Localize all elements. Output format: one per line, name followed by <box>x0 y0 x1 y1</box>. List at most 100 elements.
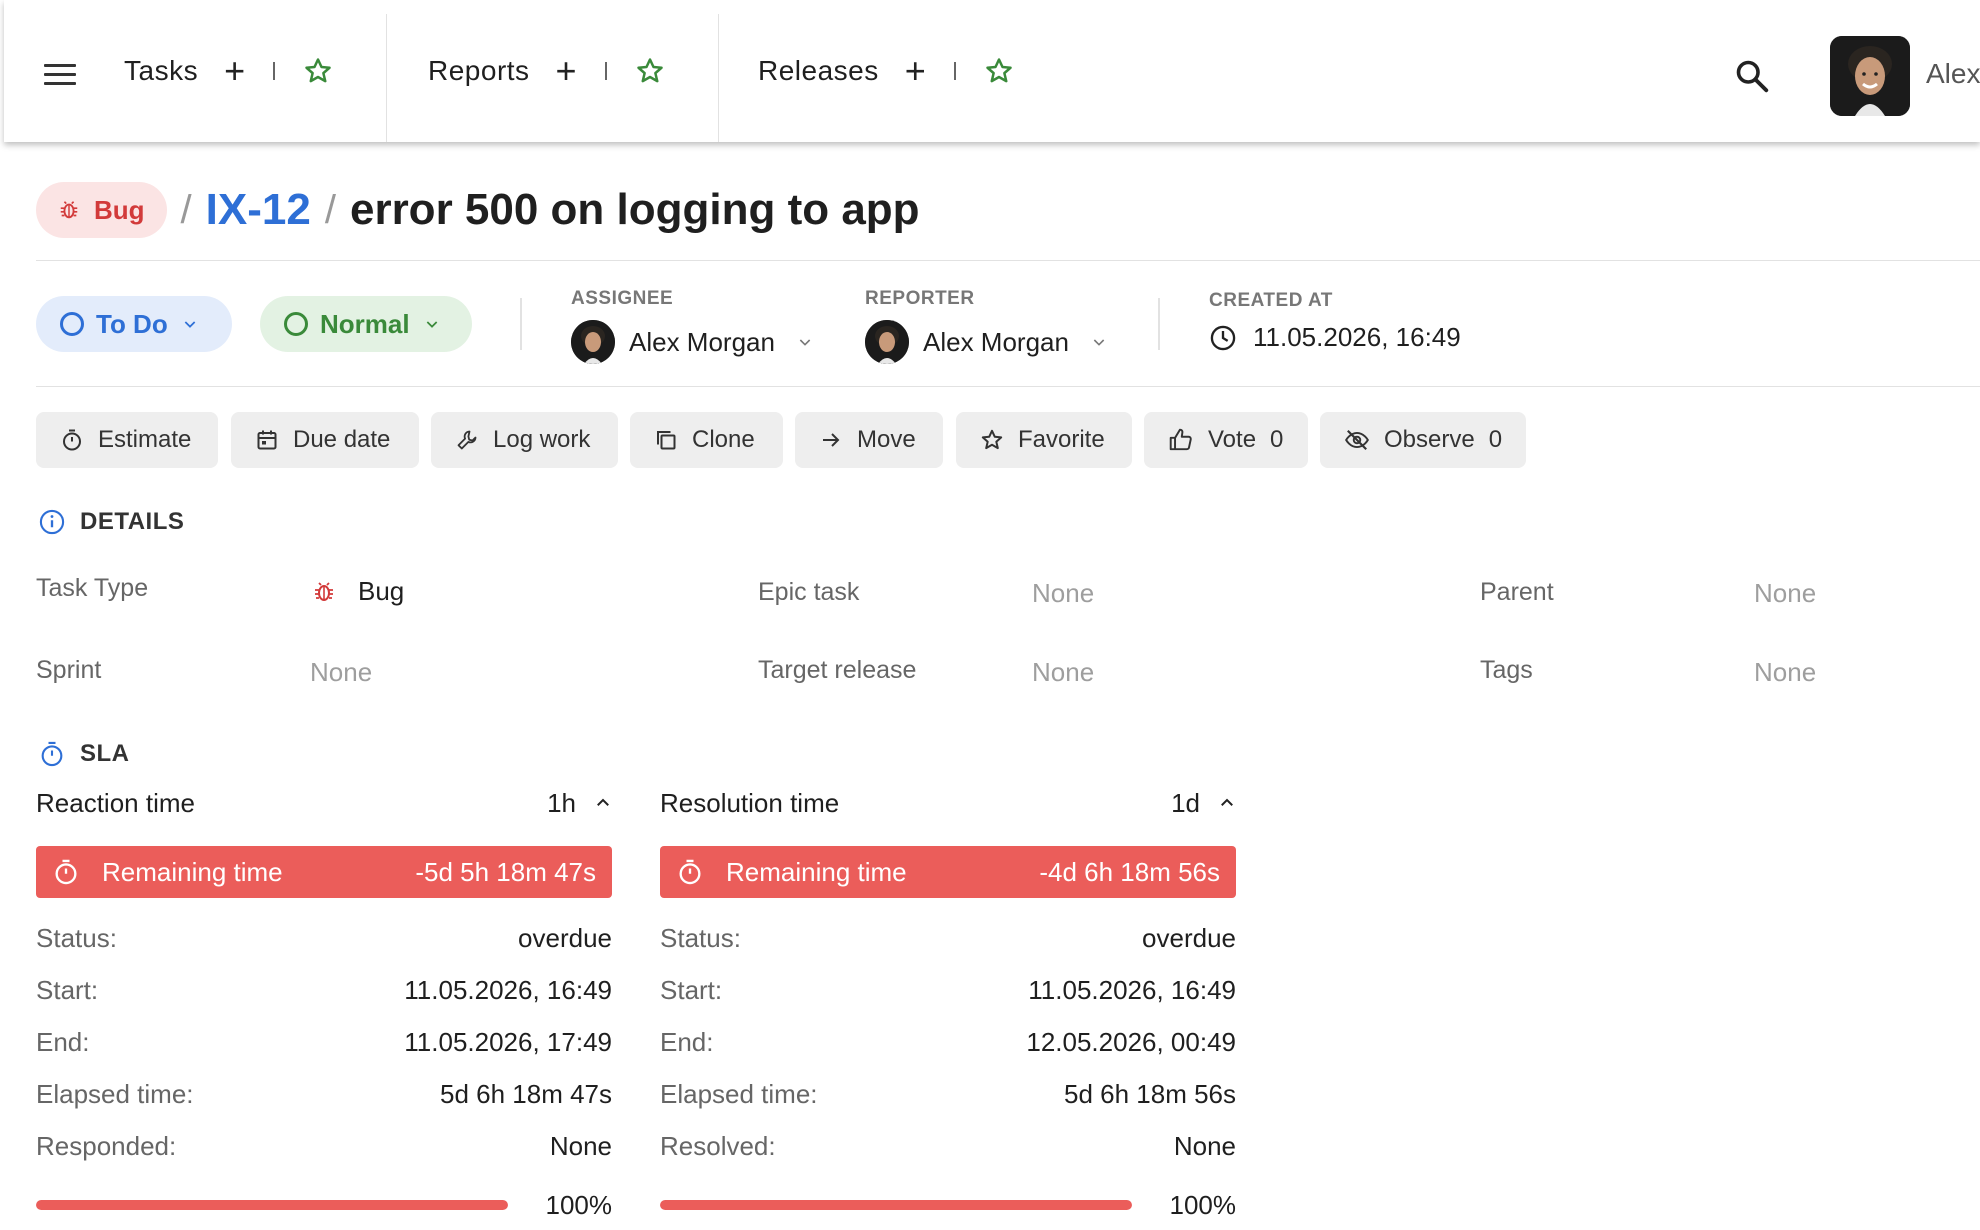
bug-icon <box>60 201 78 219</box>
divider <box>36 260 1980 261</box>
issue-type-badge[interactable]: Bug <box>36 182 167 238</box>
eye-off-icon <box>1345 430 1369 450</box>
nav-divider <box>953 62 956 80</box>
favorite-tasks-star-icon[interactable] <box>303 56 333 86</box>
epic-task-value[interactable]: None <box>1032 578 1094 609</box>
observe-button[interactable]: Observe 0 <box>1320 412 1526 468</box>
favorite-releases-star-icon[interactable] <box>984 56 1014 86</box>
status-label: Status: <box>660 922 741 953</box>
stopwatch-icon <box>679 859 701 885</box>
vote-label: Vote <box>1208 426 1257 453</box>
priority-dropdown[interactable]: Normal <box>260 296 472 352</box>
add-release-plus-icon[interactable]: + <box>905 53 926 89</box>
chevron-down-icon <box>799 339 811 346</box>
details-heading: DETAILS <box>80 508 185 535</box>
meta-separator <box>1158 298 1160 350</box>
sla-section-heading: SLA <box>38 740 130 768</box>
reporter-label: REPORTER <box>865 288 975 309</box>
issue-key-link[interactable]: IX-12 <box>206 185 311 235</box>
search-icon[interactable] <box>1734 58 1770 99</box>
estimate-button[interactable]: Estimate <box>36 412 218 468</box>
observe-label: Observe <box>1384 426 1475 453</box>
resolution-time-toggle[interactable]: Resolution time 1d <box>660 780 1236 826</box>
progress-percent: 100% <box>1169 1189 1237 1220</box>
breadcrumb-separator: / <box>324 187 336 232</box>
stopwatch-icon <box>41 741 63 767</box>
elapsed-value: 5d 6h 18m 47s <box>439 1078 612 1109</box>
assignee-dropdown[interactable]: Alex Morgan <box>571 320 813 364</box>
due-date-button[interactable]: Due date <box>231 412 419 468</box>
resolution-resolved-row: Resolved: None <box>660 1120 1236 1172</box>
sla-reaction-panel: Reaction time 1h Remaining time -5d 5h 1… <box>36 780 612 1230</box>
top-navigation-bar: Tasks + Reports + Releases + Alex <box>4 0 1980 142</box>
issue-title-row: Bug / IX-12 / error 500 on logging to ap… <box>36 178 920 242</box>
reaction-start-row: Start: 11.05.2026, 16:49 <box>36 964 612 1016</box>
nav-separator <box>386 14 387 142</box>
favorite-button[interactable]: Favorite <box>956 412 1132 468</box>
reaction-remaining-value: -5d 5h 18m 47s <box>415 856 596 887</box>
observe-count: 0 <box>1488 426 1503 453</box>
move-button[interactable]: Move <box>795 412 943 468</box>
status-value: overdue <box>518 922 612 953</box>
vote-button[interactable]: Vote 0 <box>1144 412 1308 468</box>
elapsed-label: Elapsed time: <box>660 1078 818 1109</box>
resolution-progress: 100% <box>660 1180 1236 1230</box>
clone-button[interactable]: Clone <box>630 412 783 468</box>
reporter-field: REPORTER Alex Morgan <box>865 288 1107 364</box>
resolution-time-title: Resolution time <box>660 787 840 818</box>
reporter-dropdown[interactable]: Alex Morgan <box>865 320 1107 364</box>
user-avatar[interactable] <box>1830 36 1910 116</box>
status-dropdown[interactable]: To Do <box>36 296 232 352</box>
hamburger-menu-icon[interactable] <box>44 64 76 90</box>
responded-label: Responded: <box>36 1130 177 1161</box>
task-type-text: Bug <box>358 576 405 606</box>
divider <box>36 386 1980 387</box>
start-value: 11.05.2026, 16:49 <box>404 974 612 1005</box>
star-icon <box>981 429 1003 450</box>
vote-count: 0 <box>1270 426 1284 453</box>
nav-reports-label[interactable]: Reports <box>428 55 530 87</box>
resolved-label: Resolved: <box>660 1130 776 1161</box>
end-value: 12.05.2026, 00:49 <box>1026 1026 1236 1057</box>
status-label: To Do <box>96 308 168 339</box>
parent-value[interactable]: None <box>1754 578 1816 609</box>
parent-label: Parent <box>1480 578 1554 606</box>
created-at-value: 11.05.2026, 16:49 <box>1253 322 1461 352</box>
reaction-time-toggle[interactable]: Reaction time 1h <box>36 780 612 826</box>
progress-track <box>660 1200 1132 1210</box>
reporter-name: Alex Morgan <box>923 326 1069 357</box>
thumbs-up-icon <box>1169 428 1192 451</box>
nav-tasks-label[interactable]: Tasks <box>124 55 198 87</box>
status-label: Status: <box>36 922 117 953</box>
log-work-label: Log work <box>493 426 591 453</box>
favorite-label: Favorite <box>1018 426 1105 453</box>
resolution-end-row: End: 12.05.2026, 00:49 <box>660 1016 1236 1068</box>
nav-divider <box>273 62 276 80</box>
add-task-plus-icon[interactable]: + <box>224 53 245 89</box>
target-release-label: Target release <box>758 656 917 684</box>
issue-title[interactable]: error 500 on logging to app <box>350 185 920 235</box>
estimate-label: Estimate <box>98 426 192 453</box>
user-name[interactable]: Alex <box>1926 58 1980 90</box>
add-report-plus-icon[interactable]: + <box>556 53 577 89</box>
target-release-value[interactable]: None <box>1032 657 1094 688</box>
details-section-heading: DETAILS <box>38 508 184 536</box>
reaction-time-target: 1h <box>547 787 576 818</box>
start-label: Start: <box>660 974 723 1005</box>
reaction-elapsed-row: Elapsed time: 5d 6h 18m 47s <box>36 1068 612 1120</box>
elapsed-label: Elapsed time: <box>36 1078 194 1109</box>
reaction-end-row: End: 11.05.2026, 17:49 <box>36 1016 612 1068</box>
sprint-value[interactable]: None <box>310 657 372 688</box>
reaction-status-row: Status: overdue <box>36 912 612 964</box>
tags-value[interactable]: None <box>1754 657 1816 688</box>
assignee-avatar <box>571 320 615 364</box>
sprint-label: Sprint <box>36 656 102 684</box>
task-type-value[interactable]: Bug <box>312 576 404 607</box>
nav-releases-label[interactable]: Releases <box>758 55 879 87</box>
favorite-reports-star-icon[interactable] <box>635 56 665 86</box>
start-value: 11.05.2026, 16:49 <box>1028 974 1236 1005</box>
arrow-right-icon <box>823 433 840 447</box>
issue-type-label: Bug <box>94 194 145 225</box>
log-work-button[interactable]: Log work <box>431 412 618 468</box>
nav-tab-releases: Releases + <box>758 0 1014 142</box>
